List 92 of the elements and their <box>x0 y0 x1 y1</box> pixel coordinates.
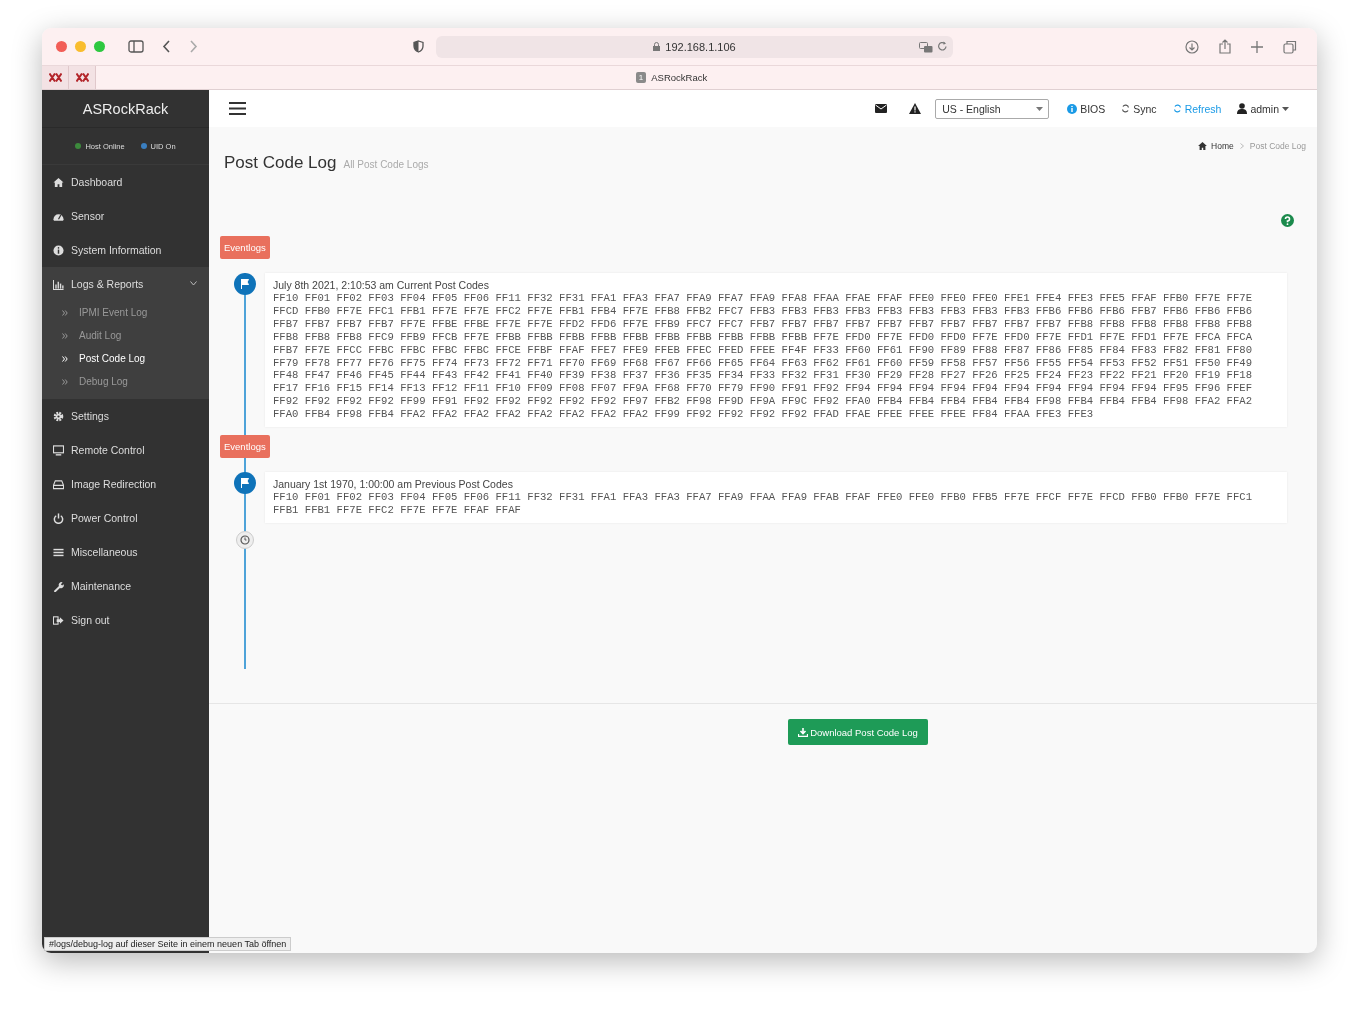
sidebar-item[interactable]: Image Redirection <box>42 467 209 501</box>
sidebar-item[interactable]: Remote Control <box>42 433 209 467</box>
header-link[interactable]: BIOS <box>1067 102 1106 115</box>
reload-icon[interactable] <box>937 40 948 52</box>
submenu-item[interactable]: Debug Log <box>42 370 209 393</box>
post-code-line: FF79 FF78 FF77 FF76 FF75 FF74 FF73 FF72 FF71 FF70 FF69 FF68 FF67 FF66 FF65 FF64 FF63 FF62 FF61 FF60 FF59 FF58 FF57 FF56 FF55 FF54 FF53 FF52 FF51 FF50 FF49 <box>273 356 1254 370</box>
info-icon <box>53 244 64 256</box>
post-code-line: FF10 FF01 FF02 FF03 FF04 FF05 FF06 FF11 FF32 FF31 FFA1 FFA3 FFA7 FFA9 FFA7 FFA9 FFA8 FFAA FFAE FFAF FFE0 FFE0 FFE0 FFE1 FFE4 FFE3 FFE5 FFAF FFB0 FF7E FF7E <box>273 292 1254 305</box>
user-icon <box>1237 103 1248 114</box>
breadcrumb-link[interactable]: Home <box>1198 141 1234 151</box>
new-tab-icon[interactable] <box>1251 40 1263 53</box>
tab-title: ASRockRack <box>651 72 708 83</box>
sidebar-item[interactable]: Sensor <box>42 199 209 233</box>
sidebar-item[interactable]: Settings <box>42 399 209 433</box>
breadcrumb-item: Post Code Log <box>1249 141 1306 151</box>
cog-icon <box>53 410 64 422</box>
post-code-line: FFB7 FFB7 FFB7 FFB7 FF7E FFBE FFBE FF7E FF7E FFD2 FFD6 FF7E FFB9 FFC7 FFC7 FFB7 FFB7 FFB7 FFB7 FFB7 FFB7 FFB7 FFB7 FFB7 FFB7 FFB8 FFB8 FFB8 FFB8 FFB8 FFB8 <box>273 317 1254 331</box>
download-icon <box>798 727 809 737</box>
entry-heading: January 1st 1970, 1:00:00 am Previous Post Codes <box>273 478 514 492</box>
event-tag: Eventlogs <box>220 236 270 259</box>
url-text: 192.168.1.106 <box>665 40 736 53</box>
post-code-line: FFB8 FFB8 FFB8 FFC9 FFB9 FFCB FF7E FFBB FFBB FFBB FFBB FFBB FFBB FFBB FFBB FFBB FFBB FF7E FFD0 FF7E FFD0 FFD0 FF7E FFD0 FF7E FFD1 FF7E FFD1 FF7E FFCA FFCA <box>273 330 1254 344</box>
page-title: Post Code Log <box>224 153 337 173</box>
header-link[interactable]: admin <box>1237 102 1289 115</box>
flag-icon <box>234 273 256 295</box>
submenu-item[interactable]: Audit Log <box>42 324 209 347</box>
chevron-down-icon <box>190 281 197 286</box>
download-icon[interactable] <box>1185 39 1199 54</box>
download-button[interactable]: Download Post Code Log <box>788 719 928 745</box>
sidebar-item[interactable]: Maintenance <box>42 569 209 603</box>
submenu-item[interactable]: IPMI Event Log <box>42 301 209 324</box>
double-chevron-icon <box>62 309 68 316</box>
chevron-right-icon <box>1239 143 1244 149</box>
bars-icon <box>53 546 64 558</box>
post-code-line: FF92 FF92 FF92 FF92 FF99 FF91 FF92 FF92 FF92 FF92 FF92 FF97 FFB2 FF98 FF9D FF9A FF9C FF92 FFA0 FFB4 FFB4 FFB4 FFB4 FFB4 FF98 FFB4 FFB4 FFB4 FF98 FFA2 FFA2 <box>273 395 1254 409</box>
sidebar-item[interactable]: System Information <box>42 233 209 267</box>
clock-icon <box>236 530 254 549</box>
sidebar-item[interactable]: Miscellaneous <box>42 535 209 569</box>
pinned-tab[interactable] <box>69 66 96 89</box>
share-icon[interactable] <box>1219 39 1231 54</box>
cross-mark-icon <box>75 73 89 82</box>
caret-icon <box>1036 106 1044 111</box>
address-bar[interactable]: 192.168.1.106 <box>436 35 953 58</box>
double-chevron-icon <box>62 332 68 339</box>
post-code-line: FFCD FFB0 FF7E FFC1 FFB1 FF7E FF7E FFC2 FF7E FFB1 FFB4 FF7E FFB8 FFB2 FFC7 FFB3 FFB3 FFB3 FFB3 FFB3 FFB3 FFB3 FFB3 FFB3 FFB6 FFB6 FFB6 FFB7 FFB6 FFB6 FFB6 <box>273 304 1254 318</box>
event-tag: Eventlogs <box>220 435 270 459</box>
wrench-icon <box>53 580 64 592</box>
translate-icon[interactable] <box>919 41 933 53</box>
warning-icon[interactable] <box>909 103 922 114</box>
post-code-line: FFA0 FFB4 FF98 FFB4 FFA2 FFA2 FFA2 FFA2 FFA2 FFA2 FFA2 FFA2 FF99 FF92 FF92 FF92 FF92 FFAD FFAE FFEE FFEE FFEE FF84 FFAA FFE3 FFE3 <box>273 408 1095 422</box>
page-subtitle: All Post Code Logs <box>343 159 429 170</box>
signout-icon <box>53 614 64 626</box>
post-code-line: FF48 FF47 FF46 FF45 FF44 FF43 FF42 FF41 FF40 FF39 FF38 FF37 FF36 FF35 FF34 FF33 FF32 FF31 FF30 FF29 FF28 FF27 FF26 FF25 FF24 FF23 FF22 FF21 FF20 FF19 FF18 <box>273 369 1254 383</box>
submenu-item[interactable]: Post Code Log <box>42 347 209 370</box>
post-code-line: FFB7 FF7E FFCC FFBC FFBC FFBC FFBC FFCE FFBF FFAF FFE7 FFE9 FFEB FFEC FFED FFEE FF4F FF33 FF60 FF61 FF90 FF89 FF88 FF87 FF86 FF85 FF84 FF83 FF82 FF81 FF80 <box>273 343 1254 357</box>
tabs-overview-icon[interactable] <box>1283 39 1297 54</box>
sidebar-item[interactable]: Logs & Reports <box>42 267 209 301</box>
post-code-line: FFB1 FFB1 FF7E FFC2 FF7E FF7E FFAF FFAF <box>273 503 522 517</box>
pinned-tab[interactable] <box>42 66 69 89</box>
sidebar-toggle-icon[interactable] <box>128 40 144 53</box>
tab-badge: 1 <box>635 72 647 83</box>
sidebar-item[interactable]: Power Control <box>42 501 209 535</box>
close-button[interactable] <box>56 41 67 52</box>
home-icon <box>1198 142 1208 150</box>
sidebar-item[interactable]: Dashboard <box>42 165 209 199</box>
caret-icon <box>1282 106 1289 111</box>
header-link[interactable]: Sync <box>1121 102 1157 115</box>
menu-icon[interactable] <box>229 102 246 115</box>
forward-icon[interactable] <box>189 40 198 53</box>
entry-heading: July 8th 2021, 2:10:53 am Current Post Codes <box>273 279 490 292</box>
flag-icon <box>234 472 256 495</box>
link-preview: #logs/debug-log auf dieser Seite in einem neuen Tab öffnen <box>44 937 292 951</box>
help-icon[interactable] <box>1281 214 1294 227</box>
chart-icon <box>53 278 64 290</box>
monitor-icon <box>53 444 64 456</box>
sync-icon <box>1121 104 1131 113</box>
shield-icon[interactable] <box>413 40 424 53</box>
home-icon <box>53 176 64 188</box>
drive-icon <box>53 478 64 490</box>
info-icon <box>1067 103 1078 114</box>
cross-mark-icon <box>48 73 62 82</box>
post-code-line: FF10 FF01 FF02 FF03 FF04 FF05 FF06 FF11 FF32 FF31 FFA1 FFA3 FFA3 FFA7 FFA9 FFAA FFA9 FFAB FFAF FFE0 FFE0 FFB0 FFB5 FF7E FFCF FF7E FFCD FFB0 FFB0 FF7E FFC1 <box>273 491 1254 504</box>
lock-icon <box>653 42 661 51</box>
power-icon <box>53 512 64 524</box>
sidebar-item[interactable]: Sign out <box>42 603 209 637</box>
post-code-line: FF17 FF16 FF15 FF14 FF13 FF12 FF11 FF10 FF09 FF08 FF07 FF9A FF68 FF70 FF79 FF90 FF91 FF92 FF94 FF94 FF94 FF94 FF94 FF94 FF94 FF94 FF94 FF94 FF95 FF96 FFEF <box>273 382 1254 396</box>
refresh-icon <box>1172 104 1182 113</box>
double-chevron-icon <box>62 378 68 385</box>
back-icon[interactable] <box>162 40 171 53</box>
double-chevron-icon <box>62 355 68 362</box>
envelope-icon[interactable] <box>875 104 888 113</box>
language-select[interactable]: US - English <box>935 98 1050 119</box>
